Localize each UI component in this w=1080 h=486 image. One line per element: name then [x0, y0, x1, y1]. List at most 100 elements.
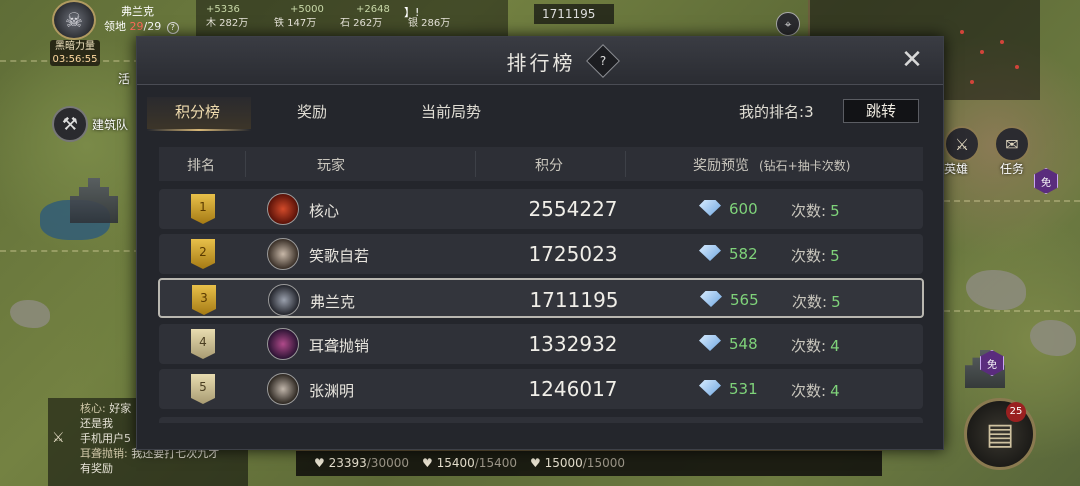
crossed-swords-icon[interactable]: ⚔ — [52, 430, 65, 446]
help-circle-icon[interactable]: ? — [166, 22, 179, 34]
table-header: 排名 玩家 积分 奖励预览 (钻石+抽卡次数) — [159, 147, 923, 181]
resource-amount: 木 282万 — [206, 18, 249, 29]
draw-count: 次数: 4 — [791, 380, 840, 401]
task-button[interactable]: ✉ — [994, 126, 1030, 162]
draw-count-value: 5 — [830, 202, 840, 220]
map-rock — [1030, 320, 1076, 356]
diamond-reward: 548 — [729, 335, 758, 353]
draw-count-label: 次数: — [791, 247, 827, 265]
close-icon[interactable]: ✕ — [897, 45, 927, 75]
player-avatar[interactable] — [267, 238, 299, 270]
map-border-line — [944, 310, 1080, 312]
player-avatar[interactable] — [267, 373, 299, 405]
dark-power-label: 黑暗力量 — [55, 41, 95, 52]
diamond-reward: 531 — [729, 380, 758, 398]
chat-sender: 耳聋抛销: — [80, 447, 128, 460]
column-reward: 奖励预览 (钻石+抽卡次数) — [693, 155, 850, 175]
diamond-reward: 582 — [729, 245, 758, 263]
chat-text: 还是我 — [80, 417, 113, 430]
dialog-title: 排行榜 — [506, 51, 576, 75]
resource-gain: +2648 — [356, 4, 390, 15]
troop-capacity-bar: ♥ 23393/30000 ♥ 15400/15400 ♥ 15000/1500… — [296, 450, 882, 476]
my-rank-value: 3 — [804, 103, 814, 121]
map-rock — [10, 300, 50, 328]
tab-score-board[interactable]: 积分榜 — [175, 101, 220, 122]
minimap-marker — [1000, 40, 1004, 44]
build-queue-label: 建筑队 — [92, 118, 129, 132]
draw-count: 次数: 5 — [791, 245, 840, 266]
draw-count: 次数: 5 — [792, 291, 841, 312]
table-row[interactable]: 1 核心 2554227 600 次数: 5 — [159, 189, 923, 229]
capacity-max: /30000 — [366, 456, 409, 470]
minimap-marker — [970, 80, 974, 84]
resource-iron[interactable]: +5000 铁 147万 — [274, 3, 324, 31]
player-name: 张渊明 — [309, 382, 355, 400]
map-border-line — [944, 200, 1080, 202]
resource-gain: +5000 — [290, 4, 324, 15]
diamond-icon — [699, 380, 721, 396]
chat-line: 有奖励 — [80, 461, 248, 476]
lord-avatar[interactable]: ☠ — [52, 0, 96, 40]
rank-badge-icon: 4 — [191, 329, 215, 359]
minimap-marker — [1015, 65, 1019, 69]
draw-count: 次数: 4 — [791, 335, 840, 356]
territory-counter[interactable]: 领地 29/29 ? — [104, 18, 179, 34]
jump-button[interactable]: 跳转 — [843, 99, 919, 123]
player-name: 弗兰克 — [310, 293, 356, 311]
column-player: 玩家 — [317, 158, 345, 174]
location-pin-icon[interactable]: ⌖ — [776, 12, 800, 36]
resource-stone[interactable]: +2648 石 262万 — [340, 3, 390, 31]
table-row-my-entry[interactable]: 3 弗兰克 1711195 565 次数: 5 — [158, 278, 924, 318]
active-tab-underline — [147, 129, 251, 131]
map-castle[interactable] — [70, 178, 118, 223]
table-row-partial — [159, 417, 923, 423]
player-score: 1711195 — [529, 288, 619, 312]
tab-rewards[interactable]: 奖励 — [297, 101, 327, 122]
chat-sender: 核心: — [80, 402, 106, 415]
map-border-line — [0, 250, 140, 252]
player-avatar[interactable] — [268, 284, 300, 316]
dark-power-timer: 03:56:55 — [52, 54, 98, 65]
draw-count-label: 次数: — [791, 202, 827, 220]
build-queue-button[interactable]: ⚒ — [52, 106, 88, 142]
table-row[interactable]: 5 张渊明 1246017 531 次数: 4 — [159, 369, 923, 409]
my-rank: 我的排名:3 — [739, 101, 814, 122]
draw-count-label: 次数: — [792, 293, 828, 311]
player-score: 1332932 — [528, 332, 618, 356]
hero-label: 英雄 — [944, 162, 969, 176]
capacity-current: 15400 — [436, 456, 475, 470]
heart-icon: ♥ — [422, 456, 437, 470]
hammer-icon: ⚒ — [61, 113, 79, 135]
diamond-reward: 565 — [730, 291, 759, 309]
skull-icon: ☠ — [65, 8, 83, 32]
dark-power-panel[interactable]: 黑暗力量 03:56:55 — [50, 40, 100, 66]
rank-badge-icon: 5 — [191, 374, 215, 404]
table-row[interactable]: 4 耳聋抛销 1332932 548 次数: 4 — [159, 324, 923, 364]
rank-badge-icon: 1 — [191, 194, 215, 224]
leaderboard-dialog: 排行榜 ? ✕ 积分榜 奖励 当前局势 我的排名:3 跳转 排名 玩家 积分 奖… — [136, 36, 944, 450]
player-avatar[interactable] — [267, 193, 299, 225]
column-divider — [475, 151, 476, 177]
player-name: 核心 — [309, 202, 340, 220]
notification-badge: 25 — [1006, 402, 1026, 422]
territory-label: 领地 — [104, 20, 126, 33]
reward-subtitle: (钻石+抽卡次数) — [759, 159, 851, 173]
draw-count-label: 次数: — [791, 337, 827, 355]
player-name: 耳聋抛销 — [309, 337, 370, 355]
top-power-value: 1711195 — [534, 4, 614, 24]
reward-title: 奖励预览 — [693, 158, 749, 174]
resource-wood[interactable]: +5336 木 282万 — [206, 3, 248, 31]
column-score: 积分 — [535, 158, 563, 174]
minimap-marker — [960, 30, 964, 34]
rank-badge-icon: 3 — [192, 285, 216, 315]
capacity-item: ♥ 23393/30000 — [314, 451, 409, 475]
hero-button[interactable]: ⚔ — [944, 126, 980, 162]
activity-label: 活 — [118, 72, 131, 86]
table-row[interactable]: 2 笑歌自若 1725023 582 次数: 5 — [159, 234, 923, 274]
tab-current-situation[interactable]: 当前局势 — [421, 101, 481, 122]
player-score: 1725023 — [528, 242, 618, 266]
dialog-header: 排行榜 ? ✕ — [137, 37, 943, 85]
player-score: 1246017 — [528, 377, 618, 401]
player-score: 2554227 — [528, 197, 618, 221]
player-avatar[interactable] — [267, 328, 299, 360]
